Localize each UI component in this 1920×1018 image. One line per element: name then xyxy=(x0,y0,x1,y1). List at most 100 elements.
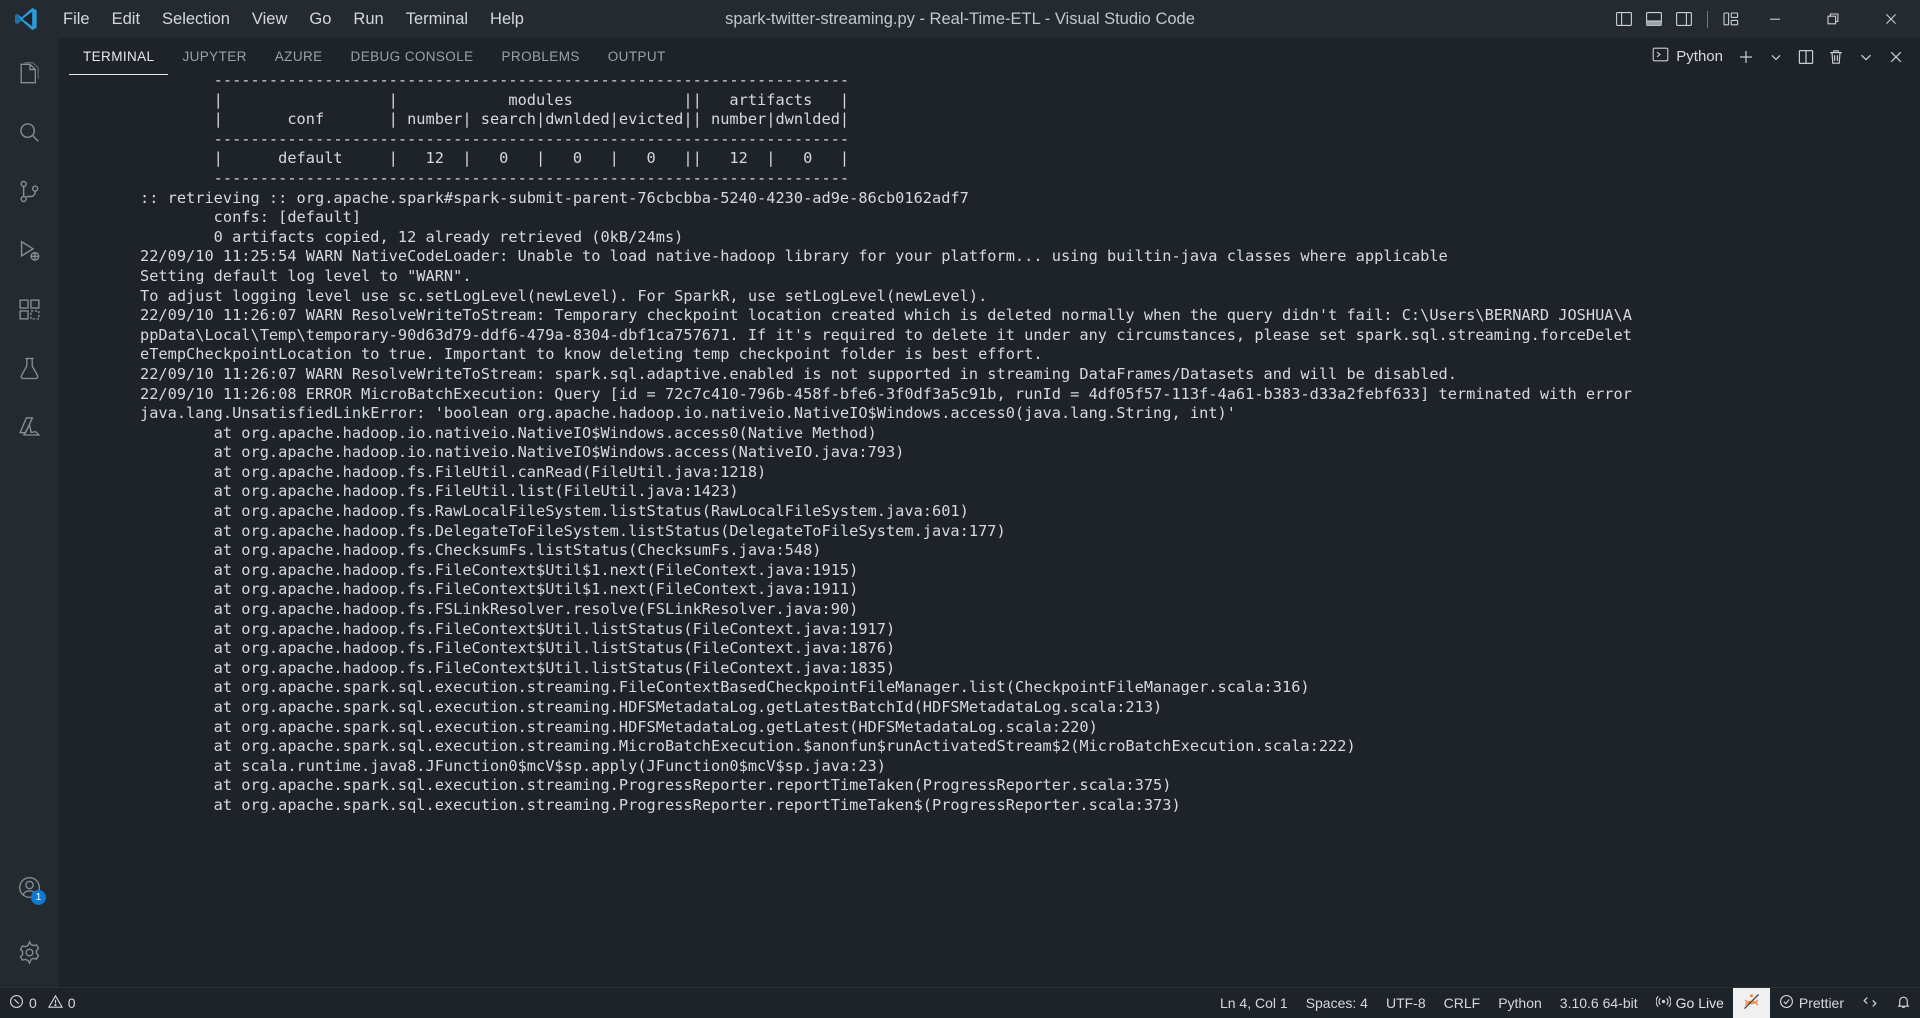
terminal-line: java.lang.UnsatisfiedLinkError: 'boolean… xyxy=(140,404,1236,423)
panel-actions: Python xyxy=(1649,38,1920,75)
sidebar-item-testing[interactable] xyxy=(0,339,58,398)
terminal-line: at org.apache.hadoop.io.nativeio.NativeI… xyxy=(140,423,877,442)
status-language-mode[interactable]: Python xyxy=(1489,988,1551,1018)
toggle-secondary-sidebar-icon[interactable] xyxy=(1669,0,1699,38)
terminal-line: confs: [default] xyxy=(140,208,362,227)
tab-terminal[interactable]: TERMINAL xyxy=(69,38,169,75)
terminal-line: 0 artifacts copied, 12 already retrieved… xyxy=(140,227,684,246)
menu-go[interactable]: Go xyxy=(298,5,342,33)
terminal-line: :: retrieving :: org.apache.spark#spark-… xyxy=(140,188,969,207)
terminal-line: ppData\Local\Temp\temporary-90d63d79-ddf… xyxy=(140,325,1632,344)
terminal-name-label: Python xyxy=(1676,48,1723,65)
menu-selection[interactable]: Selection xyxy=(151,5,241,33)
status-prettier[interactable]: Prettier xyxy=(1770,988,1853,1018)
terminal-line: at org.apache.hadoop.fs.FileContext$Util… xyxy=(140,580,859,599)
activity-bar: 1 xyxy=(0,38,58,987)
sidebar-item-accounts[interactable]: 1 xyxy=(0,858,58,917)
terminal-chevron-icon xyxy=(1652,46,1669,67)
status-problems[interactable]: 0 0 xyxy=(0,988,85,1018)
title-bar: File Edit Selection View Go Run Terminal… xyxy=(0,0,1920,38)
titlebar-divider xyxy=(1707,10,1708,28)
status-cursor-position[interactable]: Ln 4, Col 1 xyxy=(1211,988,1297,1018)
terminal-line: at org.apache.spark.sql.execution.stream… xyxy=(140,795,1181,814)
terminal-line: at org.apache.hadoop.fs.FileUtil.canRead… xyxy=(140,462,767,481)
remote-indicator-icon xyxy=(1862,994,1878,1013)
new-terminal-button[interactable] xyxy=(1732,43,1760,71)
customize-layout-icon[interactable] xyxy=(1716,0,1746,38)
active-terminal-selector[interactable]: Python xyxy=(1649,46,1730,67)
panel-header: TERMINAL JUPYTER AZURE DEBUG CONSOLE PRO… xyxy=(58,38,1920,75)
go-live-label: Go Live xyxy=(1675,995,1724,1011)
terminal-line: ----------------------------------------… xyxy=(140,129,850,148)
sidebar-item-extensions[interactable] xyxy=(0,280,58,339)
terminal-line: 22/09/10 11:26:08 ERROR MicroBatchExecut… xyxy=(140,384,1632,403)
status-indentation[interactable]: Spaces: 4 xyxy=(1297,988,1377,1018)
terminal-line: at org.apache.hadoop.fs.FileContext$Util… xyxy=(140,658,896,677)
tab-problems[interactable]: PROBLEMS xyxy=(488,38,594,75)
split-terminal-button[interactable] xyxy=(1792,43,1820,71)
terminal-line: at org.apache.hadoop.fs.DelegateToFileSy… xyxy=(140,521,1006,540)
menu-run[interactable]: Run xyxy=(342,5,394,33)
terminal-line: at org.apache.spark.sql.execution.stream… xyxy=(140,698,1163,716)
menu-terminal[interactable]: Terminal xyxy=(395,5,479,33)
terminal-line: 22/09/10 11:26:07 WARN ResolveWriteToStr… xyxy=(140,306,1632,325)
terminal-view[interactable]: ----------------------------------------… xyxy=(58,75,1920,987)
terminal-dropdown-button[interactable] xyxy=(1762,43,1790,71)
panel-views-button[interactable] xyxy=(1852,43,1880,71)
error-icon xyxy=(9,994,24,1012)
close-panel-button[interactable] xyxy=(1882,43,1910,71)
status-go-live[interactable]: Go Live xyxy=(1647,988,1733,1018)
terminal-line: at org.apache.hadoop.fs.FileContext$Util… xyxy=(140,560,859,579)
sidebar-item-run-and-debug[interactable] xyxy=(0,221,58,280)
terminal-line: | default | 12 | 0 | 0 | 0 || 12 | 0 | xyxy=(140,149,850,168)
minimize-button[interactable] xyxy=(1746,0,1804,38)
status-bar: 0 0 Ln 4, Col 1 Spaces: 4 UTF-8 CRLF Pyt… xyxy=(0,987,1920,1018)
menu-help[interactable]: Help xyxy=(479,5,535,33)
terminal-line: ----------------------------------------… xyxy=(140,168,850,187)
toggle-panel-icon[interactable] xyxy=(1639,0,1669,38)
status-encoding[interactable]: UTF-8 xyxy=(1377,988,1435,1018)
toggle-primary-sidebar-icon[interactable] xyxy=(1609,0,1639,38)
titlebar-actions xyxy=(1609,0,1920,38)
status-remote-indicator[interactable] xyxy=(1853,988,1887,1018)
warning-count: 0 xyxy=(67,995,76,1011)
status-notifications[interactable] xyxy=(1887,988,1920,1018)
terminal-line: ----------------------------------------… xyxy=(140,75,850,89)
prettier-label: Prettier xyxy=(1798,995,1844,1011)
terminal-line: 22/09/10 11:25:54 WARN NativeCodeLoader:… xyxy=(140,247,1448,266)
terminal-line: at org.apache.spark.sql.execution.stream… xyxy=(140,737,1356,756)
tab-azure[interactable]: AZURE xyxy=(261,38,337,75)
tab-output[interactable]: OUTPUT xyxy=(594,38,680,75)
accounts-badge: 1 xyxy=(31,890,46,905)
sidebar-item-explorer[interactable] xyxy=(0,44,58,103)
terminal-output[interactable]: ----------------------------------------… xyxy=(58,75,1920,987)
sidebar-item-azure[interactable] xyxy=(0,398,58,457)
close-button[interactable] xyxy=(1862,0,1920,38)
sidebar-item-search[interactable] xyxy=(0,103,58,162)
terminal-line: eTempCheckpointLocation to true. Importa… xyxy=(140,345,1043,364)
terminal-line: at org.apache.hadoop.fs.FileContext$Util… xyxy=(140,619,896,638)
tab-jupyter[interactable]: JUPYTER xyxy=(168,38,260,75)
terminal-line: at org.apache.spark.sql.execution.stream… xyxy=(140,717,1098,736)
tab-debug-console[interactable]: DEBUG CONSOLE xyxy=(337,38,488,75)
status-jupyter-server[interactable] xyxy=(1732,988,1770,1018)
status-python-interpreter[interactable]: 3.10.6 64-bit xyxy=(1551,988,1647,1018)
terminal-line: at org.apache.hadoop.fs.FileUtil.list(Fi… xyxy=(140,482,739,501)
sidebar-item-manage[interactable] xyxy=(0,917,58,987)
menu-view[interactable]: View xyxy=(241,5,298,33)
jupyter-server-icon xyxy=(1742,992,1761,1014)
terminal-line: | conf | number| search|dwnlded|evicted|… xyxy=(140,110,850,129)
kill-terminal-button[interactable] xyxy=(1822,43,1850,71)
menu-edit[interactable]: Edit xyxy=(101,5,151,33)
terminal-scrollbar[interactable] xyxy=(1906,75,1920,987)
status-eol[interactable]: CRLF xyxy=(1435,988,1490,1018)
sidebar-item-source-control[interactable] xyxy=(0,162,58,221)
terminal-line: Setting default log level to "WARN". xyxy=(140,266,472,285)
bell-icon xyxy=(1896,994,1911,1012)
panel-tabs: TERMINAL JUPYTER AZURE DEBUG CONSOLE PRO… xyxy=(69,38,680,75)
menu-file[interactable]: File xyxy=(52,5,101,33)
terminal-line: To adjust logging level use sc.setLogLev… xyxy=(140,286,988,305)
restore-button[interactable] xyxy=(1804,0,1862,38)
terminal-line: at scala.runtime.java8.JFunction0$mcV$sp… xyxy=(140,756,886,775)
terminal-line: at org.apache.hadoop.fs.ChecksumFs.listS… xyxy=(140,541,822,560)
